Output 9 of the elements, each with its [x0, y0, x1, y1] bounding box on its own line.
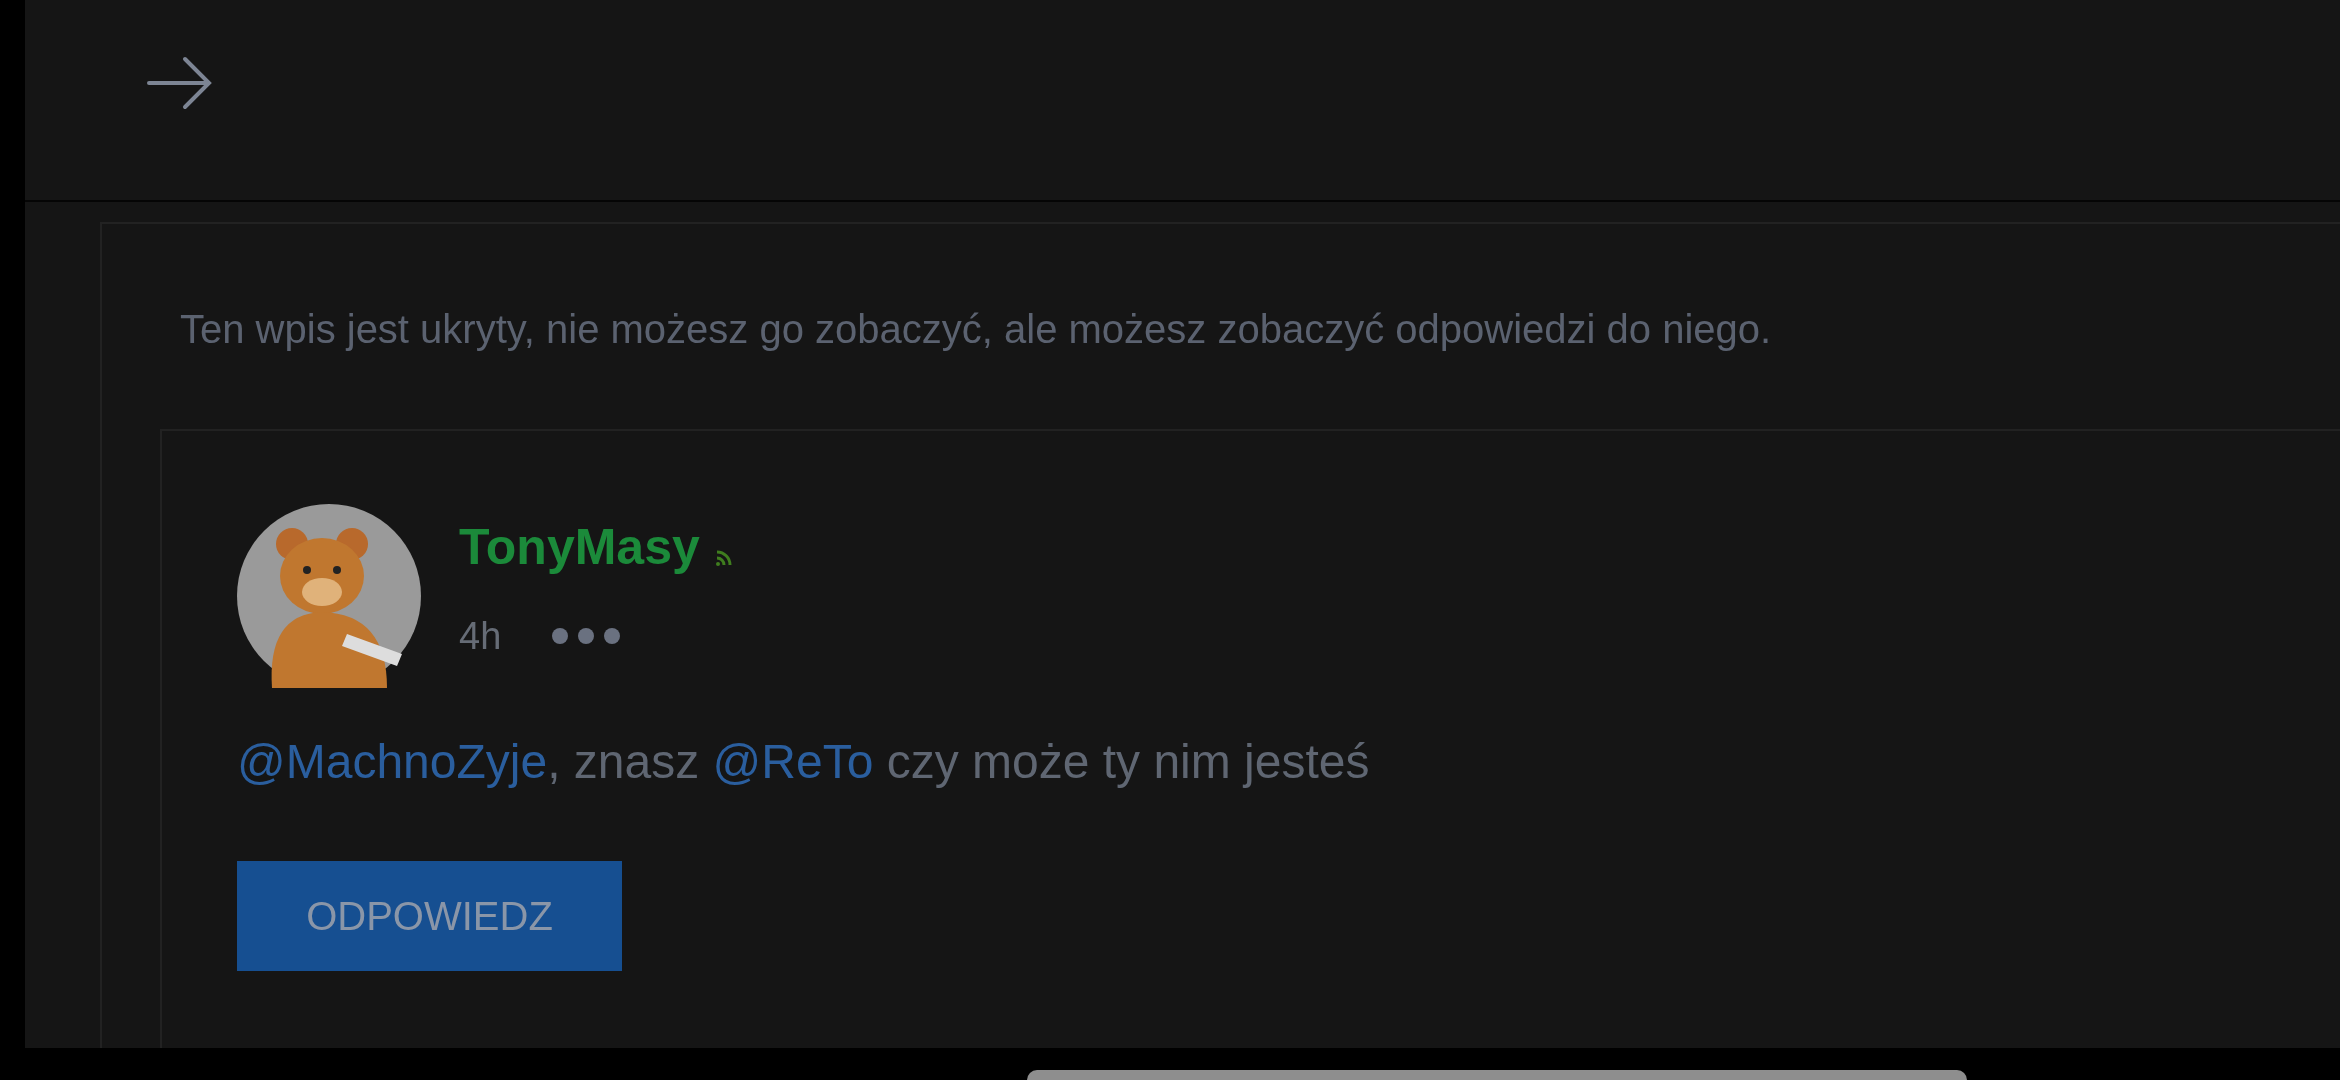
author-name[interactable]: TonyMasy — [459, 522, 700, 572]
post-time: 4h — [459, 617, 502, 655]
mention-link[interactable]: @MachnoZyje — [237, 735, 548, 788]
mention-link[interactable]: @ReTo — [712, 735, 874, 788]
reply-button[interactable]: ODPOWIEDZ — [237, 861, 622, 971]
more-options-icon[interactable] — [551, 627, 622, 645]
reply-text: @MachnoZyje, znasz @ReTo czy może ty nim jesteś — [237, 738, 1370, 786]
bear-avatar[interactable] — [237, 504, 421, 688]
hidden-post-notice: Ten wpis jest ukryty, nie możesz go zobaczyć, ale możesz zobaczyć odpowiedzi do niego. — [180, 309, 1772, 349]
